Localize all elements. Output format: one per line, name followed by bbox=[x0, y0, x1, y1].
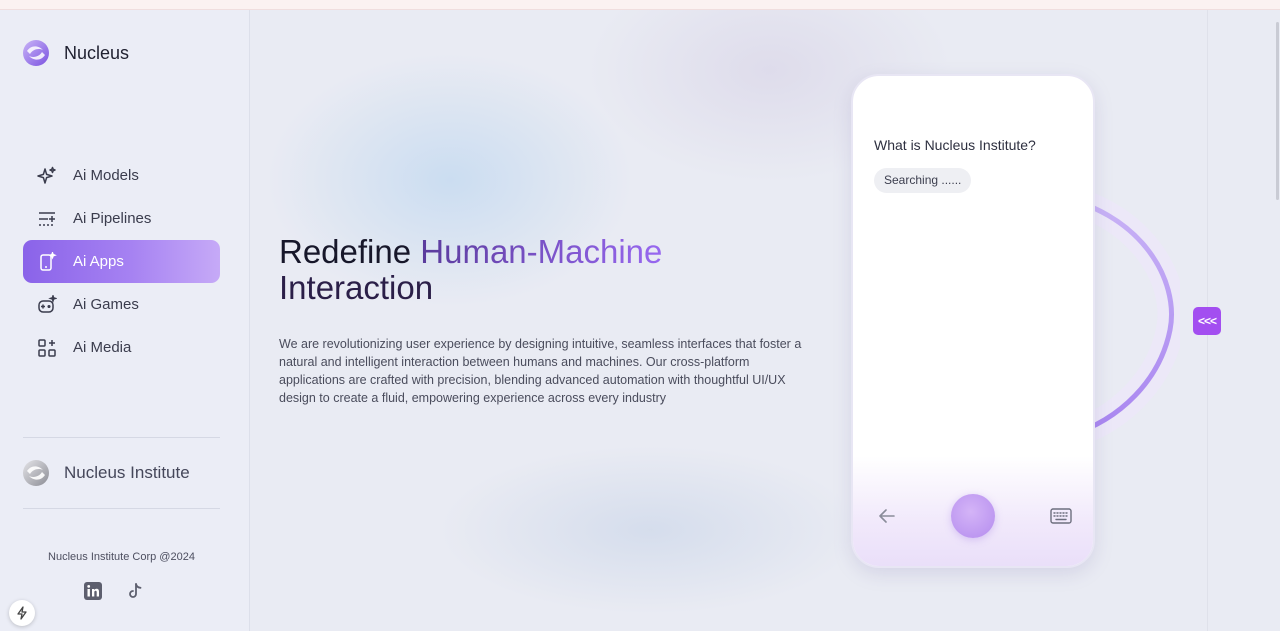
top-strip bbox=[0, 0, 1280, 10]
sidebar-item-ai-pipelines[interactable]: Ai Pipelines bbox=[23, 197, 220, 240]
keyboard-icon[interactable] bbox=[1050, 507, 1072, 525]
brand[interactable]: Nucleus bbox=[22, 39, 129, 67]
nucleus-logo-icon bbox=[23, 40, 49, 66]
institute-logo-icon bbox=[23, 460, 49, 486]
sidebar-item-label: Ai Apps bbox=[73, 253, 124, 270]
collapse-panel-button[interactable]: <<< bbox=[1193, 307, 1221, 335]
sidebar-nav: Ai Models Ai Pipelines Ai Apps Ai Games … bbox=[23, 154, 220, 369]
sidebar-item-ai-media[interactable]: Ai Media bbox=[23, 326, 220, 369]
brand-name: Nucleus bbox=[64, 42, 130, 63]
hero-title-tail: Interaction bbox=[279, 269, 434, 306]
institute-link[interactable]: Nucleus Institute bbox=[22, 459, 190, 487]
phone-mockup: What is Nucleus Institute? Searching ...… bbox=[851, 74, 1095, 568]
hero-description: We are revolutionizing user experience b… bbox=[279, 337, 802, 405]
sidebar-divider bbox=[23, 437, 220, 438]
hero-title-plain: Redefine bbox=[279, 233, 421, 270]
sidebar-item-label: Ai Models bbox=[73, 167, 139, 184]
sidebar-item-label: Ai Pipelines bbox=[73, 210, 152, 227]
social-links bbox=[84, 582, 144, 600]
pipeline-icon bbox=[37, 209, 57, 229]
phone-question: What is Nucleus Institute? bbox=[874, 137, 1036, 153]
sidebar-divider bbox=[23, 508, 220, 509]
sidebar: Nucleus Ai Models Ai Pipelines Ai Apps A… bbox=[0, 10, 250, 631]
sidebar-item-ai-apps[interactable]: Ai Apps bbox=[23, 240, 220, 283]
tiktok-icon[interactable] bbox=[126, 582, 144, 600]
voice-orb-button[interactable] bbox=[951, 494, 995, 538]
searching-status: Searching ...... bbox=[874, 168, 972, 193]
main-content: Redefine Human-Machine Interaction We ar… bbox=[250, 10, 1207, 631]
grid-plus-icon bbox=[37, 338, 57, 358]
sidebar-item-ai-models[interactable]: Ai Models bbox=[23, 154, 220, 197]
scrollbar-thumb[interactable] bbox=[1276, 22, 1279, 200]
phone-sparkle-icon bbox=[37, 251, 57, 272]
linkedin-icon[interactable] bbox=[84, 582, 102, 600]
copyright-text: Nucleus Institute Corp @2024 bbox=[48, 551, 195, 563]
bolt-icon[interactable] bbox=[9, 600, 35, 626]
institute-name: Nucleus Institute bbox=[64, 463, 190, 482]
arrow-left-icon[interactable] bbox=[877, 507, 897, 525]
sidebar-item-ai-games[interactable]: Ai Games bbox=[23, 283, 220, 326]
sparkle-icon bbox=[37, 166, 57, 186]
gamepad-icon bbox=[37, 294, 57, 315]
hero-title-highlight: Human-Machine bbox=[420, 233, 663, 270]
sidebar-item-label: Ai Games bbox=[73, 296, 139, 313]
hero-title: Redefine Human-Machine Interaction bbox=[279, 234, 799, 306]
sidebar-item-label: Ai Media bbox=[73, 339, 132, 356]
